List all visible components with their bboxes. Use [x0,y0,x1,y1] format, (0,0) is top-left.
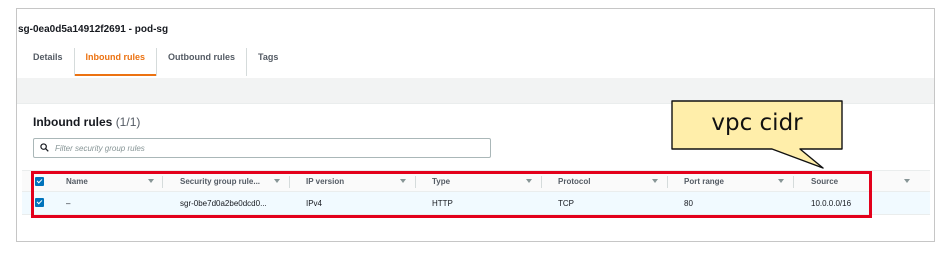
page-title: sg-0ea0d5a14912f2691 - pod-sg [18,24,169,35]
tab-tags[interactable]: Tags [247,48,289,76]
inbound-rules-heading: Inbound rules (1/1) [33,115,140,129]
section-divider [17,78,934,104]
tab-bar: Details Inbound rules Outbound rules Tag… [22,48,289,76]
tab-inbound-rules[interactable]: Inbound rules [74,48,158,76]
inbound-rules-count: (1/1) [115,115,141,129]
annotation-highlight-box [31,171,872,218]
tab-outbound-rules[interactable]: Outbound rules [157,48,248,76]
annotation-label: vpc cidr [711,110,803,136]
inbound-rules-title: Inbound rules [33,115,113,129]
sort-caret-icon[interactable] [904,179,910,183]
filter-search-box[interactable] [33,138,491,158]
search-icon [40,139,49,157]
tab-details[interactable]: Details [22,48,75,76]
search-input[interactable] [55,143,455,153]
